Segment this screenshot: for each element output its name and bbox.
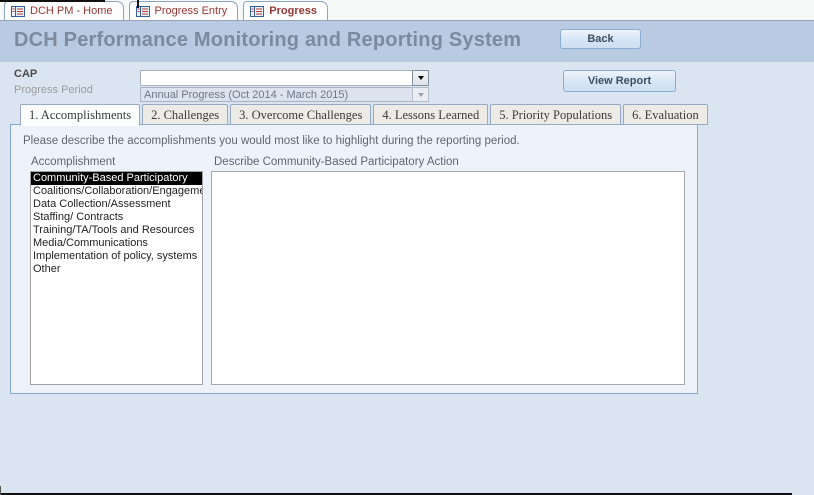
instruction-text: Please describe the accomplishments you … [23, 135, 520, 147]
cap-label: CAP [14, 68, 37, 80]
tab-3-overcome-challenges[interactable]: 3. Overcome Challenges [230, 104, 371, 125]
progress-period-label: Progress Period [14, 84, 93, 96]
doc-tab-dch-pm-home[interactable]: DCH PM - Home [4, 1, 124, 20]
dropdown-arrow-icon [418, 76, 424, 80]
window-edge-artifact [137, 0, 139, 8]
form-icon [11, 6, 25, 17]
list-item[interactable]: Media/Communications [31, 237, 202, 250]
document-tabs: DCH PM - Home Progress Entry Progress [4, 1, 328, 20]
describe-action-textarea[interactable] [211, 171, 685, 385]
progress-period-dropdown-button [412, 87, 429, 102]
header-banner: DCH Performance Monitoring and Reporting… [0, 21, 814, 62]
describe-action-label: Describe Community-Based Participatory A… [214, 156, 459, 168]
tab-5-priority-populations[interactable]: 5. Priority Populations [490, 104, 621, 125]
form-icon [250, 6, 264, 17]
doc-tab-label: Progress [269, 5, 317, 17]
progress-period-combobox: Annual Progress (Oct 2014 - March 2015) [140, 87, 429, 102]
window-edge-artifact [0, 493, 792, 495]
back-button[interactable]: Back [560, 29, 641, 49]
tab-2-challenges[interactable]: 2. Challenges [142, 104, 228, 125]
doc-tab-label: DCH PM - Home [30, 5, 113, 17]
accomplishment-listbox[interactable]: Community-Based ParticipatoryCoalitions/… [30, 171, 203, 385]
section-tab-strip: 1. Accomplishments2. Challenges3. Overco… [20, 104, 708, 126]
doc-tab-progress-entry[interactable]: Progress Entry [129, 1, 239, 20]
list-item[interactable]: Community-Based Participatory [31, 172, 202, 185]
list-item[interactable]: Coalitions/Collaboration/Engagement [31, 185, 202, 198]
view-report-button[interactable]: View Report [563, 70, 676, 92]
document-tab-bar: DCH PM - Home Progress Entry Progress [0, 0, 814, 21]
progress-period-value: Annual Progress (Oct 2014 - March 2015) [140, 87, 412, 102]
list-item[interactable]: Staffing/ Contracts [31, 211, 202, 224]
window-edge-artifact [0, 0, 105, 2]
list-item[interactable]: Data Collection/Assessment [31, 198, 202, 211]
dropdown-arrow-icon [418, 93, 424, 97]
cap-dropdown-button[interactable] [412, 70, 429, 86]
tab-4-lessons-learned[interactable]: 4. Lessons Learned [373, 104, 488, 125]
doc-tab-progress[interactable]: Progress [243, 1, 328, 20]
accomplishment-list-label: Accomplishment [31, 156, 115, 168]
doc-tab-label: Progress Entry [155, 5, 228, 17]
list-item[interactable]: Training/TA/Tools and Resources [31, 224, 202, 237]
list-item[interactable]: Implementation of policy, systems [31, 250, 202, 263]
tab-1-accomplishments[interactable]: 1. Accomplishments [20, 104, 140, 126]
list-item[interactable]: Other [31, 263, 202, 276]
cap-combobox [140, 70, 429, 86]
tab-6-evaluation[interactable]: 6. Evaluation [623, 104, 708, 125]
page-title: DCH Performance Monitoring and Reporting… [14, 29, 521, 52]
window-edge-artifact [0, 486, 1, 495]
cap-input[interactable] [140, 70, 412, 86]
accomplishments-tab-panel: Please describe the accomplishments you … [10, 124, 698, 394]
